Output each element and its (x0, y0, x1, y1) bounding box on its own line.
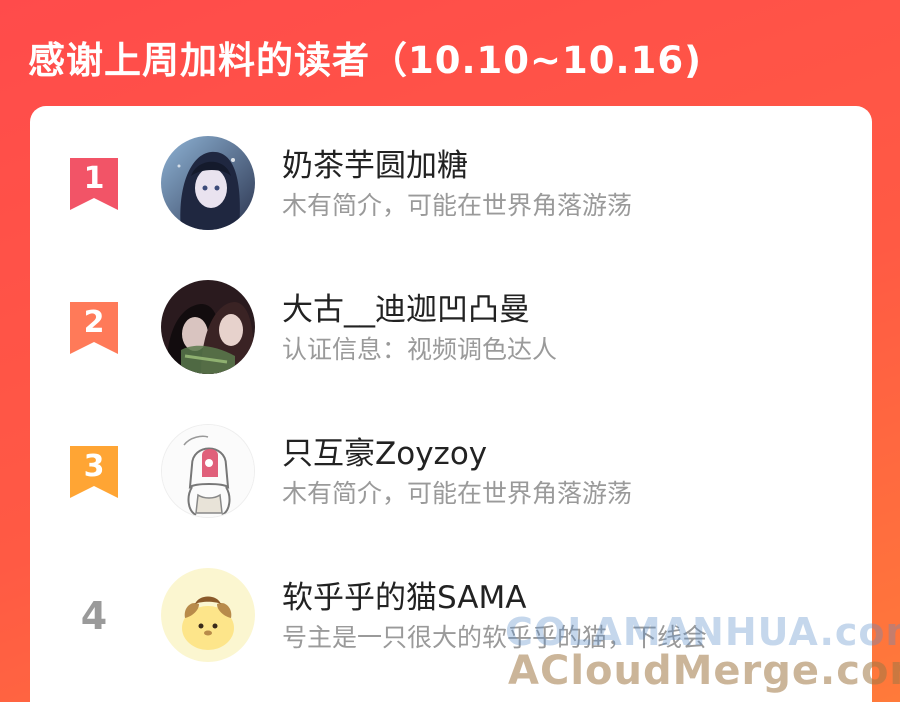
rank-number: 4 (80, 594, 108, 638)
rank-number: 1 (83, 161, 105, 196)
rank-number: 2 (83, 305, 105, 340)
reader-name[interactable]: 软乎乎的猫SAMA (282, 572, 526, 617)
avatar[interactable] (161, 280, 255, 374)
avatar[interactable] (161, 568, 255, 662)
rank-number: 3 (83, 449, 105, 484)
rank-badge-1: 1 (70, 158, 118, 210)
reader-description: 木有简介，可能在世界角落游荡 (282, 479, 633, 508)
rank-badge-3: 3 (70, 446, 118, 498)
reader-name[interactable]: 奶茶芋圆加糖 (282, 140, 468, 185)
reader-row-3[interactable]: 3 只互豪Zoyzoy 木有简介，可能在世界角落游荡 (30, 394, 872, 518)
reader-name[interactable]: 大古__迪迦凹凸曼 (282, 284, 530, 329)
reader-list-card: 1 奶茶芋圆加糖 木有简介，可能在世界角落游荡 2 大古__迪迦凹凸曼 认证信息… (30, 106, 872, 702)
reader-description: 号主是一只很大的软乎乎的猫，下线会 (282, 623, 708, 652)
avatar[interactable] (161, 424, 255, 518)
reader-description: 木有简介，可能在世界角落游荡 (282, 191, 633, 220)
page-title: 感谢上周加料的读者（10.10~10.16) (28, 39, 702, 82)
reader-row-2[interactable]: 2 大古__迪迦凹凸曼 认证信息：视频调色达人 (30, 250, 872, 374)
rank-badge-2: 2 (70, 302, 118, 354)
reader-name[interactable]: 只互豪Zoyzoy (282, 428, 487, 473)
reader-row-4[interactable]: 4 软乎乎的猫SAMA 号主是一只很大的软乎乎的猫，下线会 (30, 538, 872, 662)
avatar[interactable] (161, 136, 255, 230)
reader-row-1[interactable]: 1 奶茶芋圆加糖 木有简介，可能在世界角落游荡 (30, 106, 872, 230)
reader-description: 认证信息：视频调色达人 (282, 335, 558, 364)
